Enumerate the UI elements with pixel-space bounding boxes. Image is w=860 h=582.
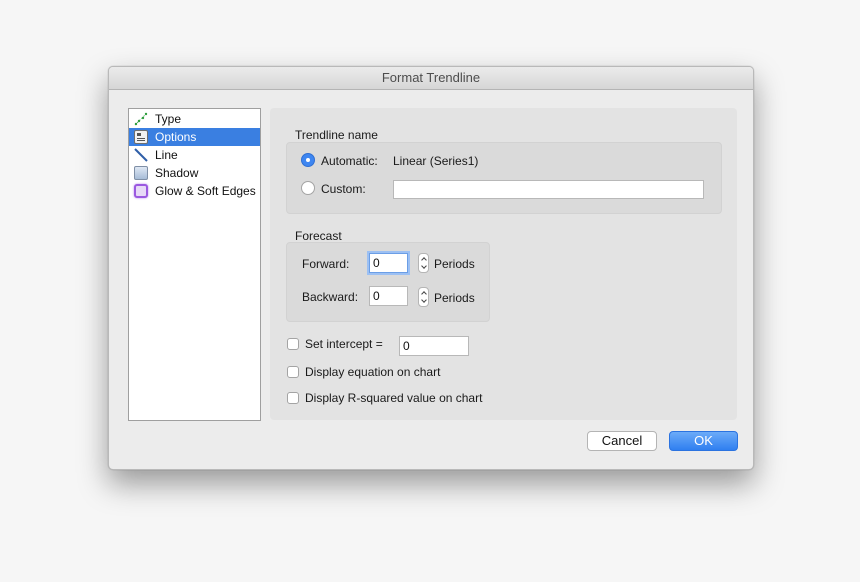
sidebar-item-type[interactable]: Type [129,110,260,128]
sidebar-item-label: Shadow [155,166,199,180]
backward-stepper[interactable] [418,287,429,307]
sidebar-item-options[interactable]: Options [129,128,260,146]
sidebar-item-label: Line [155,148,178,162]
sidebar-item-shadow[interactable]: Shadow [129,164,260,182]
automatic-label: Automatic: [321,154,378,168]
window-title: Format Trendline [109,67,753,90]
options-panel: Trendline name Automatic: Linear (Series… [270,108,737,420]
forward-unit: Periods [434,257,475,271]
backward-input[interactable]: 0 [369,286,408,306]
forecast-heading: Forecast [295,229,342,243]
automatic-value: Linear (Series1) [393,154,479,168]
forward-stepper[interactable] [418,253,429,273]
display-equation-label: Display equation on chart [305,365,441,379]
automatic-radio[interactable] [301,153,315,167]
line-icon [134,148,148,162]
sidebar-item-glow-soft-edges[interactable]: Glow & Soft Edges [129,182,260,200]
display-rsquared-checkbox[interactable] [287,392,299,404]
set-intercept-label: Set intercept = [305,337,383,351]
forward-input[interactable]: 0 [369,253,408,273]
backward-unit: Periods [434,291,475,305]
sidebar-item-label: Glow & Soft Edges [155,184,256,198]
sidebar-item-label: Type [155,112,182,126]
sidebar-item-line[interactable]: Line [129,146,260,164]
trendline-name-group: Automatic: Linear (Series1) Custom: [286,142,722,214]
format-trendline-dialog: Format Trendline Type Options Line Shado… [108,66,754,470]
forward-label: Forward: [302,257,350,271]
intercept-input[interactable]: 0 [399,336,469,356]
shadow-icon [134,166,148,180]
sidebar-item-label: Options [155,130,197,144]
custom-name-input[interactable] [393,180,704,199]
trendline-icon [134,112,148,126]
options-icon [134,130,148,144]
custom-radio[interactable] [301,181,315,195]
set-intercept-checkbox[interactable] [287,338,299,350]
display-equation-checkbox[interactable] [287,366,299,378]
display-rsquared-label: Display R-squared value on chart [305,391,483,405]
ok-button[interactable]: OK [669,431,738,451]
glow-icon [134,184,148,198]
forecast-group: Forward: 0 Periods Backward: 0 Periods [286,242,490,322]
custom-label: Custom: [321,182,366,196]
cancel-button[interactable]: Cancel [587,431,657,451]
trendline-name-heading: Trendline name [295,128,378,142]
backward-label: Backward: [302,290,359,304]
sidebar: Type Options Line Shadow Glow & Soft Edg… [128,108,261,421]
